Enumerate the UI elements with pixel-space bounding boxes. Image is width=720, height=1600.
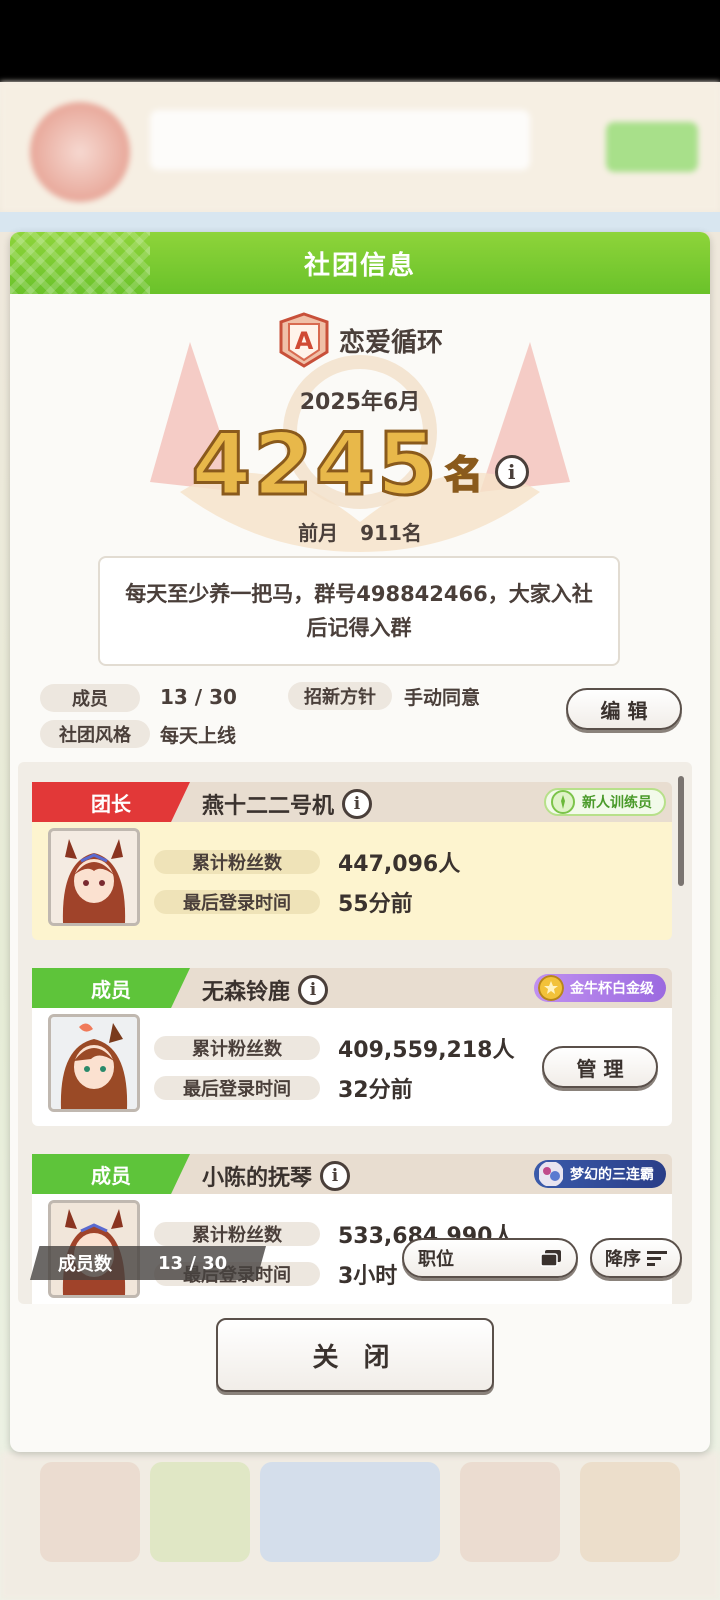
member-card[interactable]: 成员 无森铃鹿 i 金牛杯白金级 累计粉丝数 409,559,218人 最后登录…	[32, 968, 672, 1126]
member-card-header: 成员 无森铃鹿 i 金牛杯白金级	[32, 968, 672, 1008]
title-badge-label: 金牛杯白金级	[570, 981, 654, 997]
gold-medal-icon	[538, 975, 564, 1001]
title-badge: 金牛杯白金级	[534, 974, 666, 1002]
fans-value: 447,096人	[338, 852, 461, 877]
fans-value: 409,559,218人	[338, 1038, 515, 1063]
last-login-value: 55分前	[338, 892, 413, 917]
cards-icon	[540, 1250, 561, 1267]
member-card-header: 团长 燕十二二号机 i 新人训练员	[32, 782, 672, 822]
last-login-label: 最后登录时间	[154, 1076, 320, 1100]
members-value: 13 / 30	[160, 685, 237, 709]
member-count-chip: 成员数 13 / 30	[30, 1246, 266, 1280]
member-name: 无森铃鹿	[202, 980, 291, 1005]
title-badge-label: 新人训练员	[582, 795, 652, 811]
member-info-icon[interactable]: i	[320, 1161, 351, 1191]
header-pattern	[10, 232, 150, 294]
laurel-icon	[551, 790, 575, 814]
recruit-policy-label: 招新方针	[288, 682, 392, 710]
member-card[interactable]: 成员 小陈的抚琴 i 梦幻的三连霸 累计粉丝数 533,684,990人 3小时	[32, 1154, 672, 1304]
member-card-header: 成员 小陈的抚琴 i 梦幻的三连霸	[32, 1154, 672, 1194]
background-emblem	[30, 102, 130, 202]
title-badge-label: 梦幻的三连霸	[570, 1167, 654, 1183]
background-name-box	[150, 110, 530, 170]
ranking-row: 4245 名 i	[10, 415, 710, 515]
member-info-icon[interactable]: i	[342, 789, 373, 819]
manage-button[interactable]: 管 理	[542, 1046, 658, 1088]
close-button[interactable]: 关 闭	[216, 1318, 494, 1392]
member-avatar	[48, 828, 140, 926]
ranking-unit: 名	[444, 452, 484, 498]
role-tag: 成员	[32, 1154, 190, 1194]
club-emblem-icon: A	[279, 312, 329, 368]
background-tab-icon	[460, 1462, 560, 1562]
background-strip	[0, 212, 720, 232]
member-count-value: 13 / 30	[158, 1252, 228, 1274]
member-name: 小陈的抚琴	[202, 1166, 313, 1191]
member-count-label: 成员数	[58, 1254, 112, 1275]
fans-label: 累计粉丝数	[154, 1222, 320, 1246]
background-tab-icon	[580, 1462, 680, 1562]
role-tag: 团长	[32, 782, 190, 822]
member-info-icon[interactable]: i	[298, 975, 329, 1005]
club-info-dialog: 社团信息 A 恋爱循环 2025年6月 4245 名 i 前月 911名 每天至…	[10, 232, 710, 1452]
svg-text:A: A	[295, 327, 314, 355]
ranking-period: 2025年6月	[299, 390, 421, 415]
sort-order-label: 降序	[605, 1249, 641, 1270]
club-name: 恋爱循环	[338, 327, 443, 358]
background-header	[0, 82, 720, 212]
status-bar	[0, 0, 720, 82]
background-green-button	[606, 122, 698, 172]
background-tab-icon	[40, 1462, 140, 1562]
previous-month-label: 前月	[298, 521, 339, 545]
ranking-number: 4245	[190, 415, 439, 515]
member-name: 燕十二二号机	[202, 794, 335, 819]
last-login-value: 3小时	[338, 1264, 398, 1289]
ranking-info-icon[interactable]: i	[494, 455, 529, 489]
background-tab-icon	[260, 1462, 440, 1562]
title-badge: 梦幻的三连霸	[534, 1160, 666, 1188]
sort-field-button[interactable]: 职位	[402, 1238, 578, 1278]
fans-label: 累计粉丝数	[154, 850, 320, 874]
member-name-row: 燕十二二号机 i	[202, 788, 373, 820]
edit-button[interactable]: 编 辑	[566, 688, 682, 730]
avatar-portrait-icon	[51, 1017, 137, 1109]
club-style-value: 每天上线	[160, 725, 237, 747]
members-label: 成员	[40, 684, 140, 712]
club-name-row: A 恋爱循环	[10, 312, 710, 368]
avatar-portrait-icon	[51, 831, 137, 923]
club-style-label: 社团风格	[40, 720, 150, 748]
member-list-scrollbar[interactable]	[678, 776, 684, 886]
previous-month-value: 911名	[360, 521, 422, 545]
recruit-policy-value: 手动同意	[404, 687, 481, 709]
member-card-body: 累计粉丝数 409,559,218人 最后登录时间 32分前 管 理	[32, 1008, 672, 1126]
member-card[interactable]: 团长 燕十二二号机 i 新人训练员 累计粉丝数 447,096人 最后登录时间 …	[32, 782, 672, 940]
member-name-row: 小陈的抚琴 i	[202, 1160, 351, 1192]
member-card-body: 累计粉丝数 447,096人 最后登录时间 55分前	[32, 822, 672, 940]
member-avatar	[48, 1014, 140, 1112]
role-tag: 成员	[32, 968, 190, 1008]
sort-order-button[interactable]: 降序	[590, 1238, 682, 1278]
member-list[interactable]: 团长 燕十二二号机 i 新人训练员 累计粉丝数 447,096人 最后登录时间 …	[18, 762, 692, 1304]
trophy-image-icon	[539, 1162, 563, 1186]
title-badge: 新人训练员	[544, 788, 666, 816]
last-login-label: 最后登录时间	[154, 890, 320, 914]
sort-descending-icon	[647, 1251, 667, 1266]
sort-field-label: 职位	[418, 1249, 454, 1270]
fans-label: 累计粉丝数	[154, 1036, 320, 1060]
member-name-row: 无森铃鹿 i	[202, 974, 329, 1006]
previous-month-rank: 前月 911名	[10, 517, 710, 546]
club-description: 每天至少养一把马，群号498842466，大家入社后记得入群	[98, 556, 620, 666]
last-login-value: 32分前	[338, 1078, 413, 1103]
dialog-header: 社团信息	[10, 232, 710, 294]
dialog-title: 社团信息	[303, 250, 416, 281]
background-tab-icon	[150, 1462, 250, 1562]
